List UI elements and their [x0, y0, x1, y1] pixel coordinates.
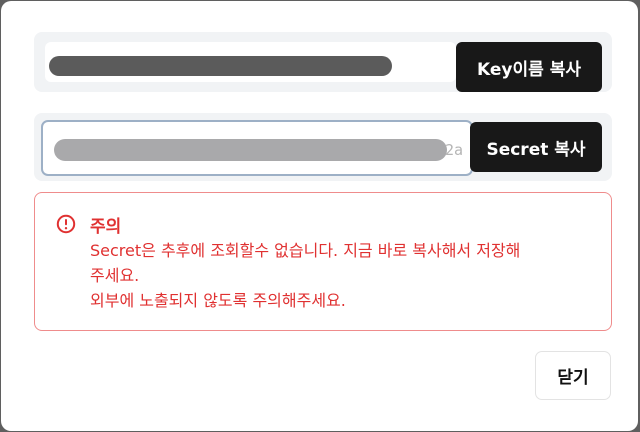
- secret-field[interactable]: 2a: [41, 120, 473, 176]
- secret-redacted-value: [54, 139, 447, 161]
- secret-visible-tail: 2a: [445, 141, 464, 159]
- copy-secret-button[interactable]: Secret 복사: [470, 122, 602, 172]
- key-name-redacted-value: [49, 56, 392, 76]
- warning-line: 외부에 노출되지 않도록 주의해주세요.: [90, 291, 346, 310]
- copy-key-name-button[interactable]: Key이름 복사: [456, 42, 602, 92]
- secret-row: 2a Secret 복사: [34, 113, 612, 181]
- warning-line: Secret은 추후에 조회할수 없습니다. 지금 바로 복사해서 저장해: [90, 241, 521, 260]
- key-name-field[interactable]: [45, 42, 456, 82]
- alert-circle-icon: [56, 214, 76, 234]
- close-button[interactable]: 닫기: [535, 351, 611, 400]
- warning-box: 주의 Secret은 추후에 조회할수 없습니다. 지금 바로 복사해서 저장해…: [34, 192, 612, 331]
- warning-title: 주의: [90, 217, 122, 237]
- warning-line: 주세요.: [90, 266, 140, 285]
- warning-message: Secret은 추후에 조회할수 없습니다. 지금 바로 복사해서 저장해 주세…: [90, 238, 595, 313]
- api-key-dialog: Key이름 복사 2a Secret 복사 주의 Secret은 추후에 조회할…: [1, 1, 638, 431]
- key-name-row: Key이름 복사: [34, 32, 612, 92]
